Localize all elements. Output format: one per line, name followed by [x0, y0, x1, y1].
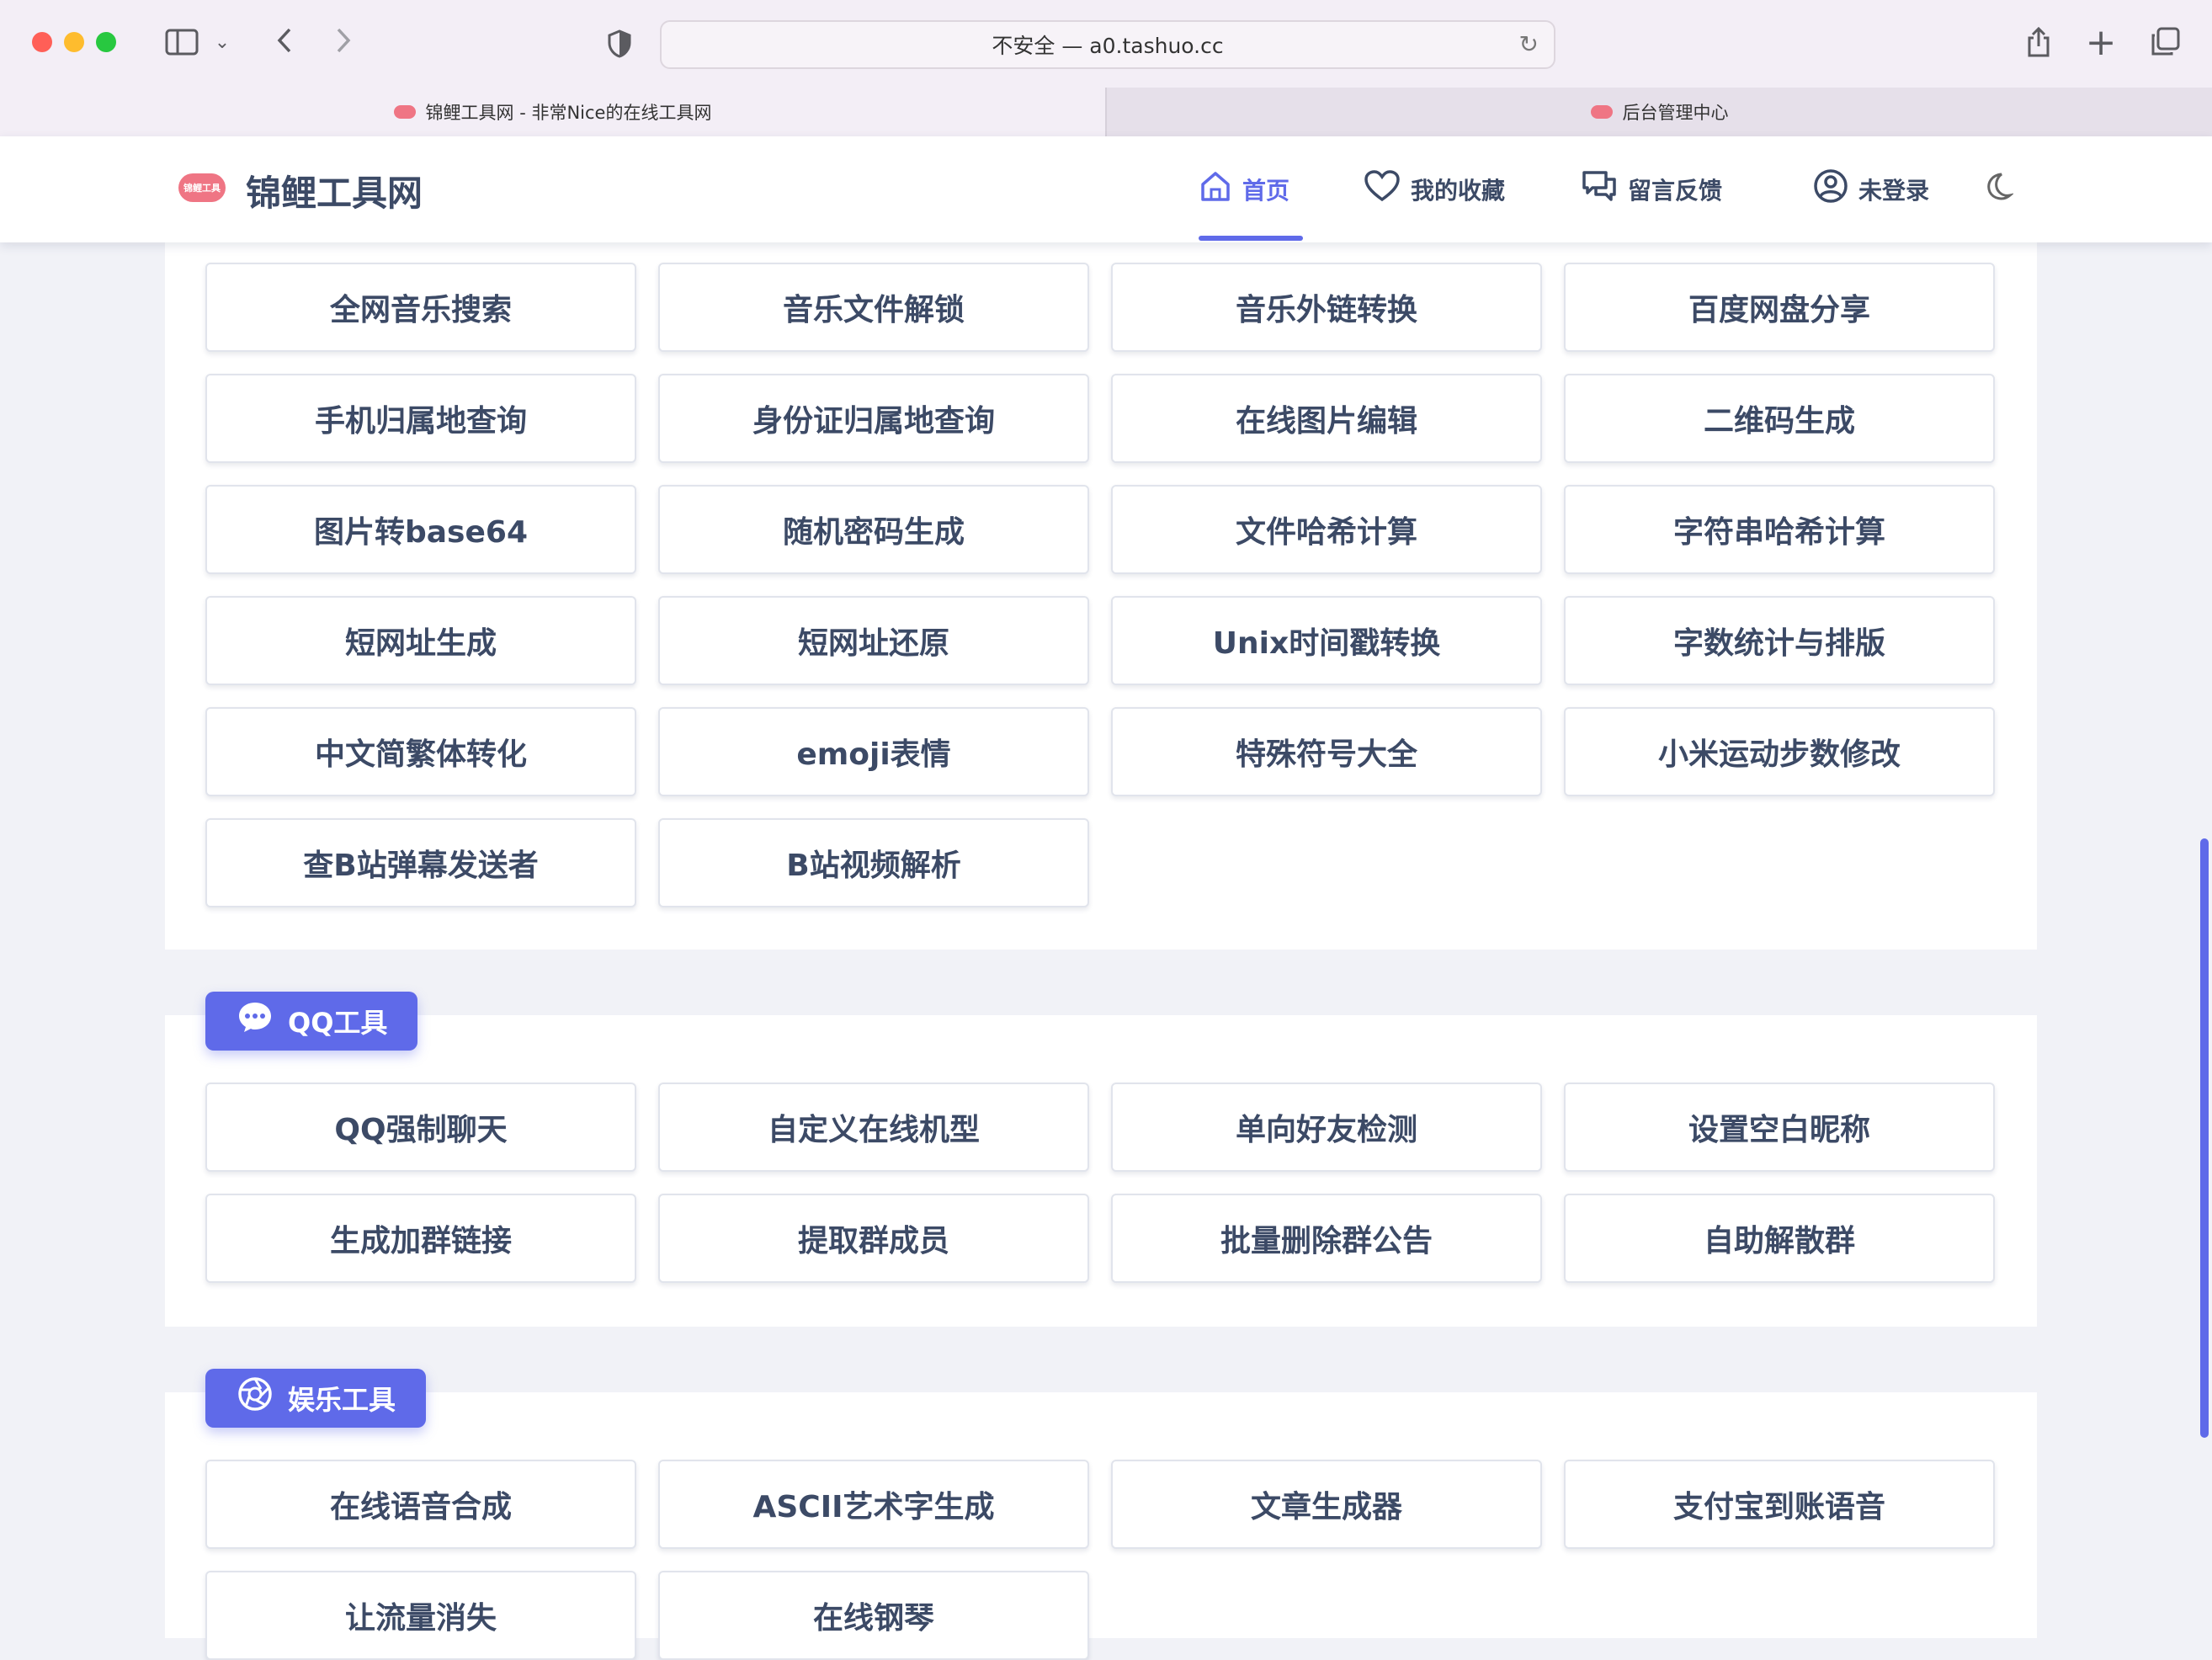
back-icon[interactable] [268, 22, 301, 59]
section-tag-qq: QQ工具 [205, 992, 418, 1051]
url-text: 不安全 — a0.tashuo.cc [992, 34, 1224, 58]
tool-button[interactable]: 让流量消失 [205, 1571, 636, 1660]
site-favicon-icon [1590, 105, 1613, 119]
shield-icon[interactable] [603, 25, 636, 62]
tool-button[interactable]: 查B站弹幕发送者 [205, 818, 636, 907]
window-controls [32, 32, 116, 52]
sidebar-toggle-icon[interactable] [163, 25, 200, 59]
tool-button[interactable]: 中文简繁体转化 [205, 707, 636, 796]
close-window-button[interactable] [32, 32, 52, 52]
site-header: 锦鲤工具 锦鲤工具网 首页 我的收藏 留言反馈 未登录 [0, 136, 2212, 242]
tool-button[interactable]: 特殊符号大全 [1111, 707, 1542, 796]
section-tag-entertainment: 娱乐工具 [205, 1369, 427, 1428]
tool-button[interactable]: 在线语音合成 [205, 1460, 636, 1549]
chevron-down-icon[interactable]: ⌄ [212, 25, 232, 59]
tool-button[interactable]: 文章生成器 [1111, 1460, 1542, 1549]
site-favicon-icon [393, 105, 416, 119]
tool-button[interactable]: 生成加群链接 [205, 1194, 636, 1283]
share-icon[interactable] [2022, 24, 2055, 61]
tool-panel-qq: QQ强制聊天 自定义在线机型 单向好友检测 设置空白昵称生成加群链接 提取群成员 批量删除… [165, 1015, 2037, 1327]
chat-bubble-icon [237, 1000, 273, 1042]
tool-button[interactable]: 二维码生成 [1564, 374, 1995, 463]
tool-button[interactable]: 小米运动步数修改 [1564, 707, 1995, 796]
tool-button[interactable]: 全网音乐搜索 [205, 263, 636, 352]
tool-button[interactable]: 随机密码生成 [658, 485, 1089, 574]
nav-label: 留言反馈 [1628, 177, 1723, 205]
section-title: 娱乐工具 [288, 1384, 396, 1416]
nav-home[interactable]: 首页 [1199, 136, 1289, 242]
address-bar[interactable]: 不安全 — a0.tashuo.cc ↻ [660, 20, 1555, 69]
tool-button[interactable]: 字符串哈希计算 [1564, 485, 1995, 574]
nav-feedback[interactable]: 留言反馈 [1581, 136, 1722, 242]
tool-button[interactable]: 在线钢琴 [658, 1571, 1089, 1660]
tool-button[interactable]: 图片转base64 [205, 485, 636, 574]
tab-jinli-tools[interactable]: 锦鲤工具网 - 非常Nice的在线工具网 [0, 88, 1105, 136]
tool-button[interactable]: ASCII艺术字生成 [658, 1460, 1089, 1549]
tool-button[interactable]: 短网址还原 [658, 596, 1089, 685]
nav-login[interactable]: 未登录 [1813, 136, 1929, 242]
heart-icon [1364, 169, 1401, 210]
tool-button[interactable]: 设置空白昵称 [1564, 1083, 1995, 1172]
tab-admin-center[interactable]: 后台管理中心 [1105, 88, 2212, 136]
chat-icon [1581, 169, 1618, 210]
site-logo-text[interactable]: 锦鲤工具网 [246, 165, 423, 216]
tool-button[interactable]: 音乐外链转换 [1111, 263, 1542, 352]
aperture-icon [237, 1376, 273, 1420]
forward-icon[interactable] [327, 22, 360, 59]
nav-favorites[interactable]: 我的收藏 [1364, 136, 1505, 242]
tool-button[interactable]: 支付宝到账语音 [1564, 1460, 1995, 1549]
logo-icon[interactable]: 锦鲤工具 [178, 173, 226, 202]
tool-button[interactable]: 百度网盘分享 [1564, 263, 1995, 352]
tool-button[interactable]: 音乐文件解锁 [658, 263, 1089, 352]
tool-button[interactable]: emoji表情 [658, 707, 1089, 796]
tool-button[interactable]: 短网址生成 [205, 596, 636, 685]
nav-label: 我的收藏 [1411, 177, 1506, 205]
active-nav-indicator [1199, 236, 1303, 241]
tool-panel-general: 全网音乐搜索 音乐文件解锁 音乐外链转换 百度网盘分享手机归属地查询 身份证归属地查询在… [165, 242, 2037, 950]
tab-overview-icon[interactable] [2146, 24, 2183, 61]
tool-button[interactable]: B站视频解析 [658, 818, 1089, 907]
minimize-window-button[interactable] [64, 32, 84, 52]
page-scrollbar[interactable] [2200, 838, 2209, 1438]
section-title: QQ工具 [288, 1007, 388, 1039]
tool-button[interactable]: Unix时间戳转换 [1111, 596, 1542, 685]
tool-button[interactable]: 自助解散群 [1564, 1194, 1995, 1283]
nav-label: 首页 [1242, 177, 1290, 205]
reload-icon[interactable]: ↻ [1519, 30, 1539, 58]
tool-button[interactable]: QQ强制聊天 [205, 1083, 636, 1172]
tool-button[interactable]: 批量删除群公告 [1111, 1194, 1542, 1283]
zoom-window-button[interactable] [96, 32, 116, 52]
tool-button[interactable]: 字数统计与排版 [1564, 596, 1995, 685]
browser-chrome: ⌄ 不安全 — a0.tashuo.cc ↻ + 锦鲤工具网 - 非常Nice的… [0, 0, 2212, 137]
home-icon [1199, 169, 1232, 210]
tool-button[interactable]: 文件哈希计算 [1111, 485, 1542, 574]
tool-panel-entertainment: 在线语音合成 ASCII艺术字生成 文章生成器 支付宝到账语音让流量消失 在线钢琴 [165, 1392, 2037, 1660]
tool-button[interactable]: 自定义在线机型 [658, 1083, 1089, 1172]
tab-label: 锦鲤工具网 - 非常Nice的在线工具网 [425, 103, 712, 123]
tool-button[interactable]: 在线图片编辑 [1111, 374, 1542, 463]
dark-mode-toggle-icon[interactable] [1980, 170, 2015, 212]
nav-label: 未登录 [1858, 177, 1930, 205]
new-tab-icon[interactable]: + [2084, 21, 2118, 64]
tool-button[interactable]: 提取群成员 [658, 1194, 1089, 1283]
tool-button[interactable]: 身份证归属地查询 [658, 374, 1089, 463]
tool-button[interactable]: 手机归属地查询 [205, 374, 636, 463]
tool-button[interactable]: 单向好友检测 [1111, 1083, 1542, 1172]
user-icon [1813, 168, 1848, 211]
tab-label: 后台管理中心 [1622, 103, 1729, 123]
tab-bar: 锦鲤工具网 - 非常Nice的在线工具网 后台管理中心 [0, 88, 2212, 136]
